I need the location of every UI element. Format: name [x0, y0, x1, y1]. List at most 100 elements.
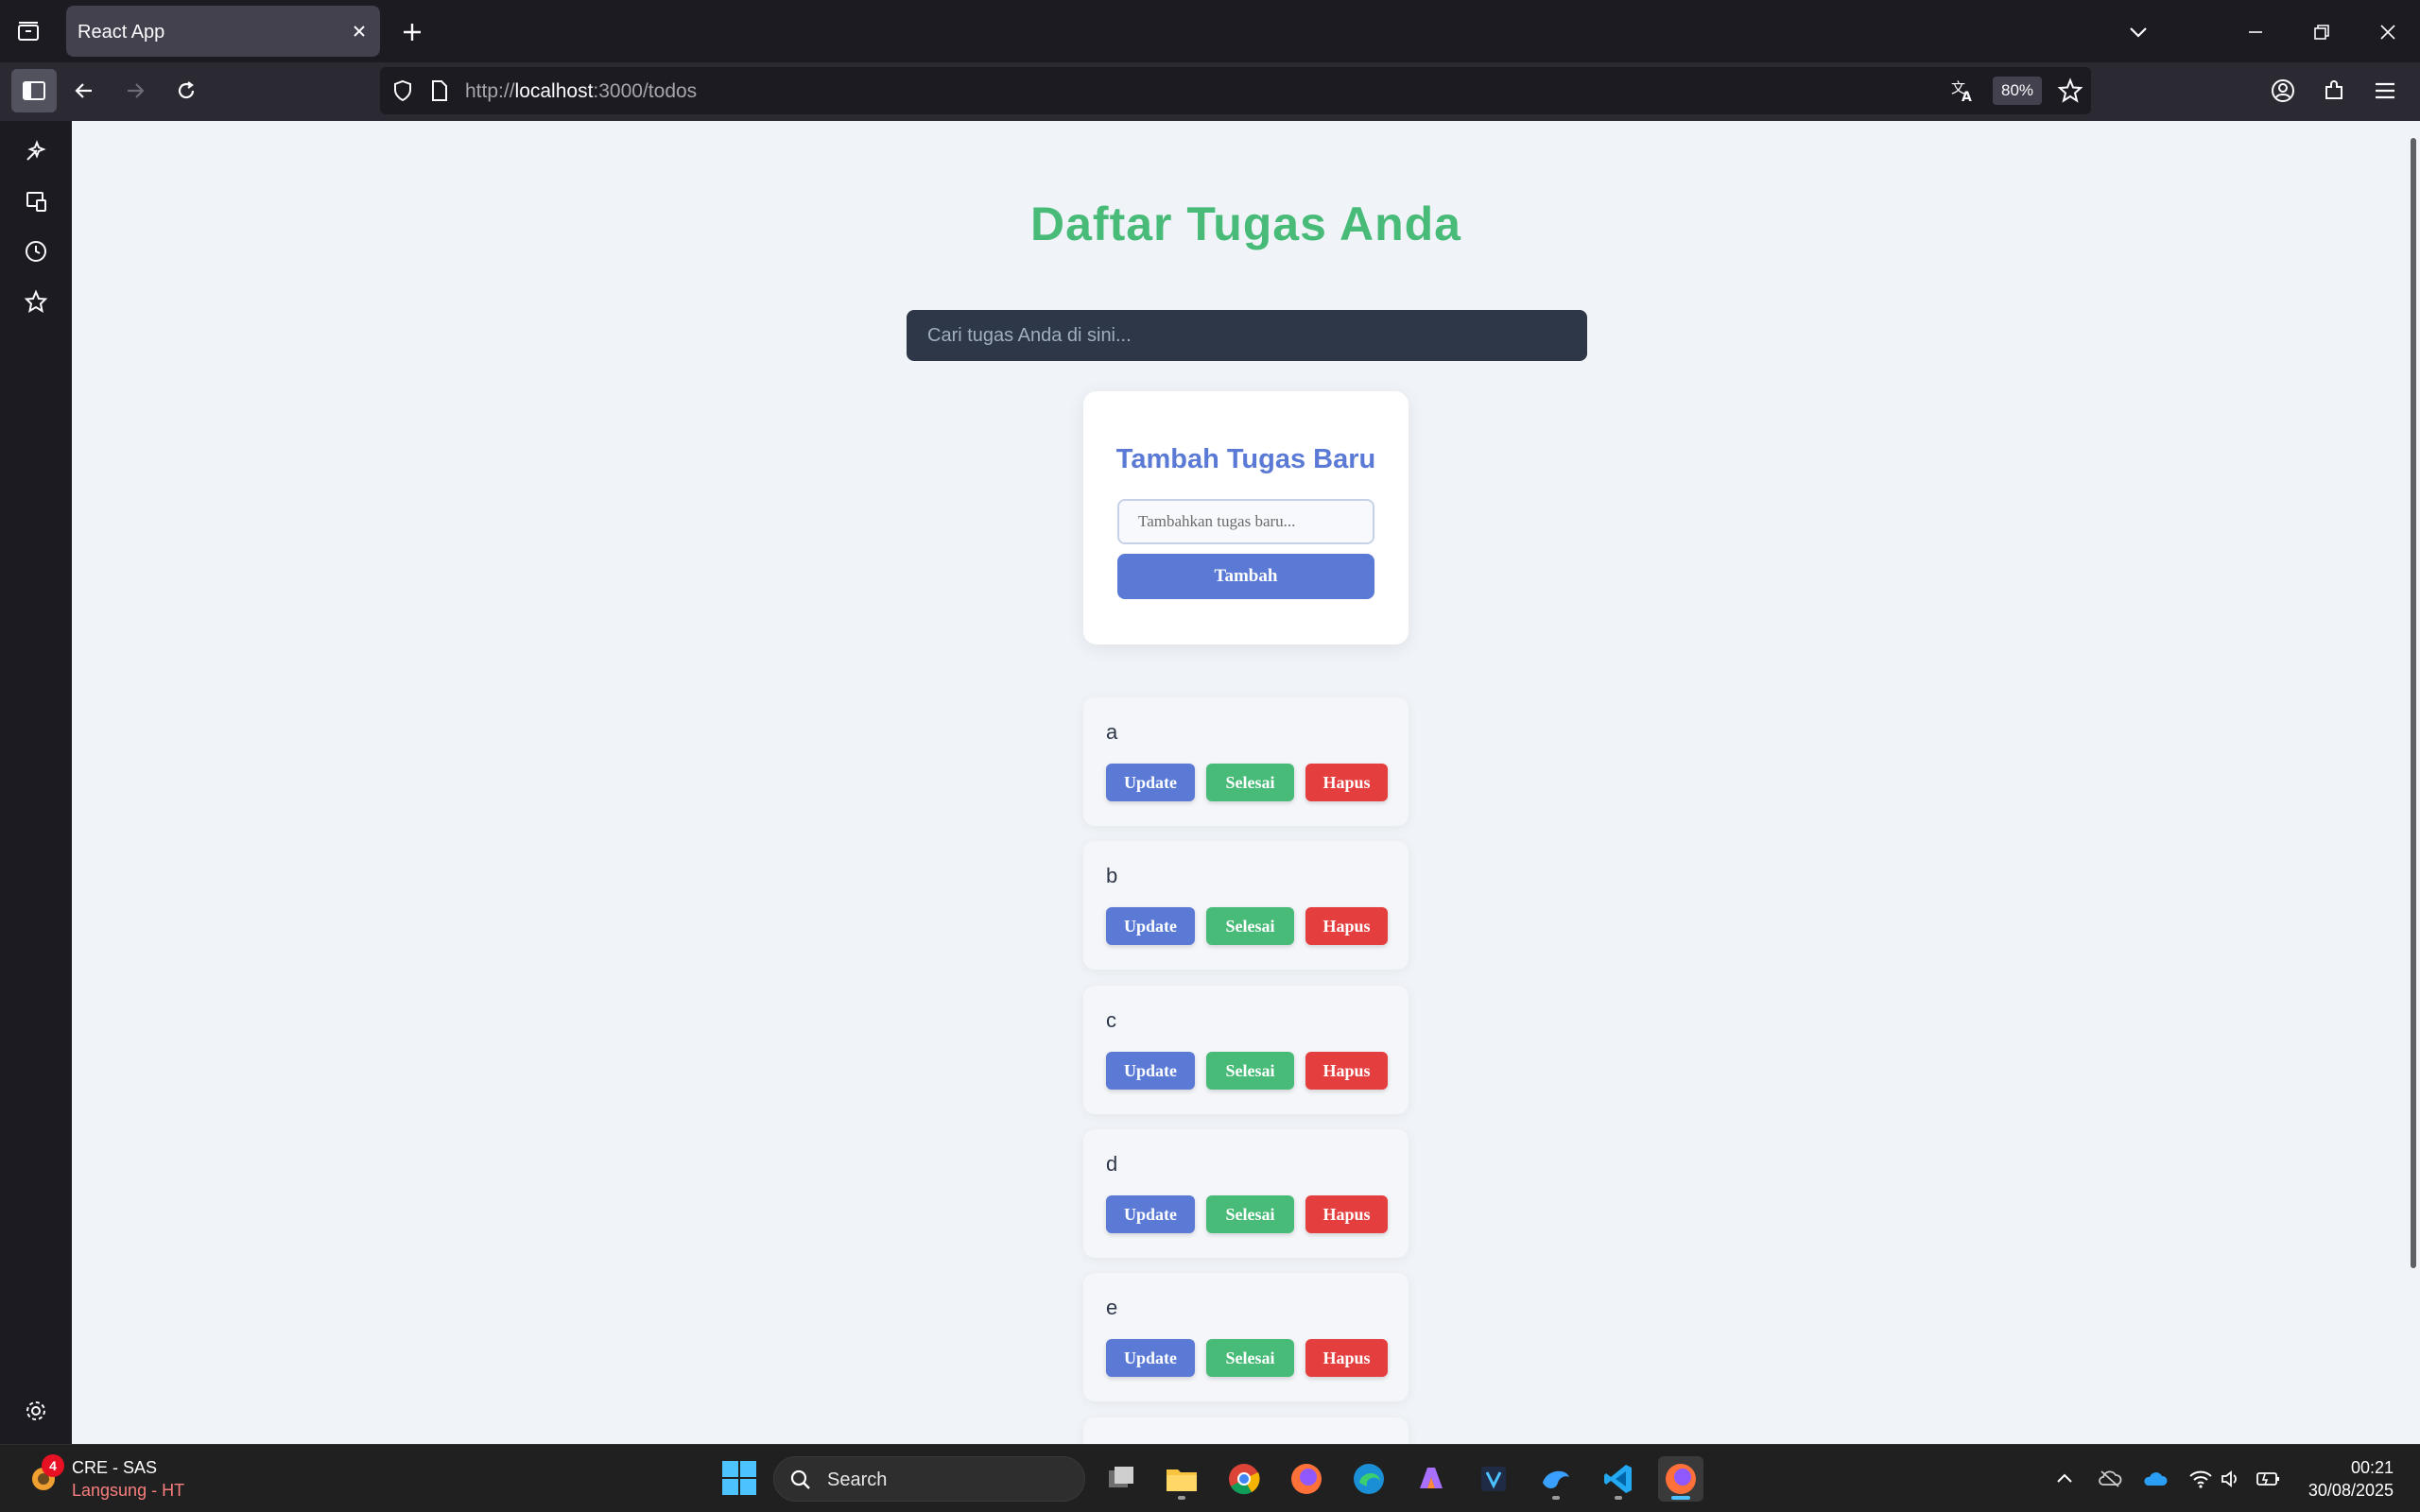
- visual-studio-icon[interactable]: [1471, 1456, 1516, 1502]
- new-task-input[interactable]: [1117, 499, 1374, 544]
- history-icon[interactable]: [17, 232, 55, 270]
- chevron-up-icon[interactable]: [2051, 1466, 2078, 1492]
- bookmark-star-icon[interactable]: [2057, 77, 2083, 109]
- battery-icon[interactable]: [2256, 1466, 2282, 1492]
- nav-toolbar: http://localhost:3000/todos 文A 80%: [0, 62, 2420, 121]
- forward-icon[interactable]: [115, 71, 155, 111]
- browser-tab[interactable]: React App: [66, 6, 380, 57]
- new-tab-icon[interactable]: [395, 15, 429, 49]
- notification-badge: 4: [42, 1454, 64, 1477]
- reload-icon[interactable]: [166, 71, 206, 111]
- delete-button[interactable]: Hapus: [1305, 1052, 1388, 1090]
- window-close-icon[interactable]: [2369, 13, 2407, 51]
- zoom-level-badge[interactable]: 80%: [1993, 77, 2042, 105]
- weather-subtitle: Langsung - HT: [72, 1481, 185, 1500]
- url-scheme: http://: [465, 80, 515, 102]
- search-input[interactable]: [907, 310, 1587, 361]
- task-view-icon[interactable]: [1098, 1456, 1144, 1502]
- copilot-icon[interactable]: [1409, 1456, 1454, 1502]
- update-button[interactable]: Update: [1106, 1195, 1195, 1233]
- sidebar-toggle-icon[interactable]: [11, 69, 57, 112]
- url-host: localhost: [514, 80, 594, 102]
- address-bar[interactable]: http://localhost:3000/todos 文A 80%: [380, 67, 2091, 114]
- add-task-card: Tambah Tugas Baru Tambah: [1083, 391, 1409, 644]
- svg-text:A: A: [1962, 90, 1972, 104]
- add-task-button[interactable]: Tambah: [1117, 554, 1374, 599]
- search-icon: [789, 1469, 812, 1496]
- todo-text: b: [1106, 864, 1118, 887]
- delete-button[interactable]: Hapus: [1305, 907, 1388, 945]
- done-button[interactable]: Selesai: [1206, 907, 1294, 945]
- url-text[interactable]: http://localhost:3000/todos: [465, 80, 697, 103]
- taskbar-search[interactable]: Search: [773, 1456, 1085, 1502]
- settings-gear-icon[interactable]: [17, 1392, 55, 1430]
- extensions-icon[interactable]: [2314, 71, 2354, 111]
- add-task-heading: Tambah Tugas Baru: [1115, 444, 1376, 474]
- todo-item: e Update Selesai Hapus: [1083, 1273, 1409, 1401]
- ai-chat-icon[interactable]: [17, 132, 55, 170]
- page-icon[interactable]: [429, 79, 450, 107]
- todo-item: c Update Selesai Hapus: [1083, 986, 1409, 1114]
- page-scrollbar[interactable]: [2411, 138, 2416, 1268]
- system-clock[interactable]: 00:21 30/08/2025: [2308, 1456, 2394, 1502]
- todo-text: d: [1106, 1152, 1118, 1176]
- weather-widget-icon[interactable]: 4: [26, 1454, 64, 1496]
- done-button[interactable]: Selesai: [1206, 1052, 1294, 1090]
- synced-tabs-icon[interactable]: [17, 182, 55, 220]
- browser-sidebar: [0, 121, 72, 1444]
- cloud-offline-icon[interactable]: [2097, 1466, 2123, 1492]
- vscode-icon[interactable]: [1596, 1456, 1641, 1502]
- done-button[interactable]: Selesai: [1206, 1195, 1294, 1233]
- chrome-icon[interactable]: [1221, 1456, 1267, 1502]
- account-icon[interactable]: [2263, 71, 2303, 111]
- running-indicator: [1178, 1496, 1185, 1500]
- edge-icon[interactable]: [1346, 1456, 1392, 1502]
- close-icon[interactable]: [348, 20, 371, 43]
- weather-widget[interactable]: CRE - SAS Langsung - HT: [72, 1456, 184, 1502]
- running-indicator: [1615, 1496, 1622, 1500]
- os-taskbar: 4 CRE - SAS Langsung - HT Search 00:21 3…: [0, 1444, 2420, 1512]
- update-button[interactable]: Update: [1106, 764, 1195, 801]
- update-button[interactable]: Update: [1106, 907, 1195, 945]
- back-icon[interactable]: [64, 71, 104, 111]
- update-button[interactable]: Update: [1106, 1052, 1195, 1090]
- url-path: :3000/todos: [593, 80, 698, 102]
- done-button[interactable]: Selesai: [1206, 1339, 1294, 1377]
- page-title: Daftar Tugas Anda: [1030, 198, 1461, 250]
- taskbar-search-label: Search: [827, 1469, 888, 1490]
- volume-icon[interactable]: [2218, 1466, 2244, 1492]
- firefox-active-icon[interactable]: [1658, 1456, 1703, 1502]
- shield-icon[interactable]: [391, 79, 414, 107]
- bookmarks-icon[interactable]: [17, 283, 55, 320]
- translate-icon[interactable]: 文A: [1949, 77, 1976, 109]
- minimize-icon[interactable]: [2237, 13, 2274, 51]
- delete-button[interactable]: Hapus: [1305, 1195, 1388, 1233]
- tab-title: React App: [78, 22, 165, 43]
- file-explorer-icon[interactable]: [1159, 1456, 1204, 1502]
- tab-list-icon[interactable]: [11, 15, 45, 49]
- onedrive-icon[interactable]: [2142, 1466, 2169, 1492]
- clock-date: 30/08/2025: [2308, 1481, 2394, 1500]
- app-bird-icon[interactable]: [1533, 1456, 1579, 1502]
- todo-text: c: [1106, 1008, 1116, 1032]
- delete-button[interactable]: Hapus: [1305, 1339, 1388, 1377]
- restore-icon[interactable]: [2303, 13, 2341, 51]
- todo-text: e: [1106, 1296, 1118, 1319]
- todo-item: b Update Selesai Hapus: [1083, 841, 1409, 970]
- update-button[interactable]: Update: [1106, 1339, 1195, 1377]
- tab-strip: React App: [0, 0, 2420, 62]
- menu-icon[interactable]: [2365, 71, 2405, 111]
- todo-item: a Update Selesai Hapus: [1083, 697, 1409, 826]
- chevron-down-icon[interactable]: [2121, 15, 2155, 49]
- windows-start-icon[interactable]: [720, 1459, 758, 1497]
- page-content: Daftar Tugas Anda Tambah Tugas Baru Tamb…: [72, 121, 2420, 1444]
- clock-time: 00:21: [2350, 1458, 2394, 1477]
- todo-item: f: [1083, 1418, 1409, 1444]
- todo-item: d Update Selesai Hapus: [1083, 1129, 1409, 1258]
- firefox-icon[interactable]: [1284, 1456, 1329, 1502]
- done-button[interactable]: Selesai: [1206, 764, 1294, 801]
- delete-button[interactable]: Hapus: [1305, 764, 1388, 801]
- wifi-icon[interactable]: [2187, 1466, 2214, 1492]
- todo-text: a: [1106, 720, 1118, 744]
- weather-title: CRE - SAS: [72, 1458, 158, 1477]
